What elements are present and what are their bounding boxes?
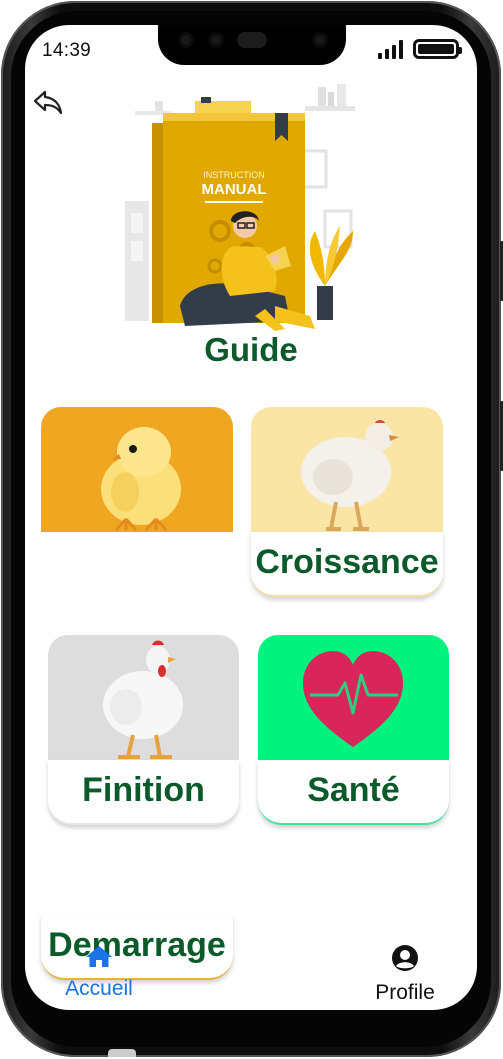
phone-port <box>108 1049 136 1057</box>
signal-icon <box>378 39 403 59</box>
card-label: Croissance <box>255 543 439 581</box>
screen: 14:39 INSTRUCTION MANUAL Guide Demarrage… <box>25 25 477 1010</box>
status-icons <box>378 39 462 59</box>
earpiece-speaker <box>237 32 267 48</box>
battery-icon <box>413 39 462 59</box>
nav-home[interactable]: Accueil <box>58 944 140 1001</box>
book-text-top: INSTRUCTION <box>203 170 265 180</box>
card-image <box>258 635 449 760</box>
young-chicken-icon <box>301 420 399 531</box>
instruction-manual-illustration: INSTRUCTION MANUAL <box>125 84 355 331</box>
card-label-container: Croissance <box>251 532 443 597</box>
card-image <box>41 407 233 532</box>
camera-lens <box>312 32 328 48</box>
status-time: 14:39 <box>42 40 92 61</box>
nav-home-label: Accueil <box>65 977 133 1000</box>
card-label: Santé <box>307 771 400 809</box>
chick-icon <box>101 427 181 532</box>
card-label-container: Finition <box>48 760 239 825</box>
camera-lens <box>178 32 194 48</box>
home-icon <box>86 946 112 967</box>
card-image <box>251 407 443 532</box>
nav-profile[interactable]: Profile <box>365 944 445 1005</box>
book-text-main: MANUAL <box>202 181 267 198</box>
bottom-navigation: Accueil Profile <box>25 930 477 1010</box>
notch <box>158 25 346 65</box>
heart-pulse-icon <box>303 651 403 747</box>
card-label-container: Santé <box>258 760 449 825</box>
card-label: Finition <box>82 771 205 809</box>
chicken-icon <box>103 640 183 759</box>
camera-lens <box>208 32 224 48</box>
page-title: Guide <box>204 331 298 368</box>
user-circle-icon <box>392 945 418 971</box>
back-arrow-icon[interactable] <box>32 87 64 117</box>
card-image <box>48 635 239 760</box>
nav-profile-label: Profile <box>375 981 435 1004</box>
